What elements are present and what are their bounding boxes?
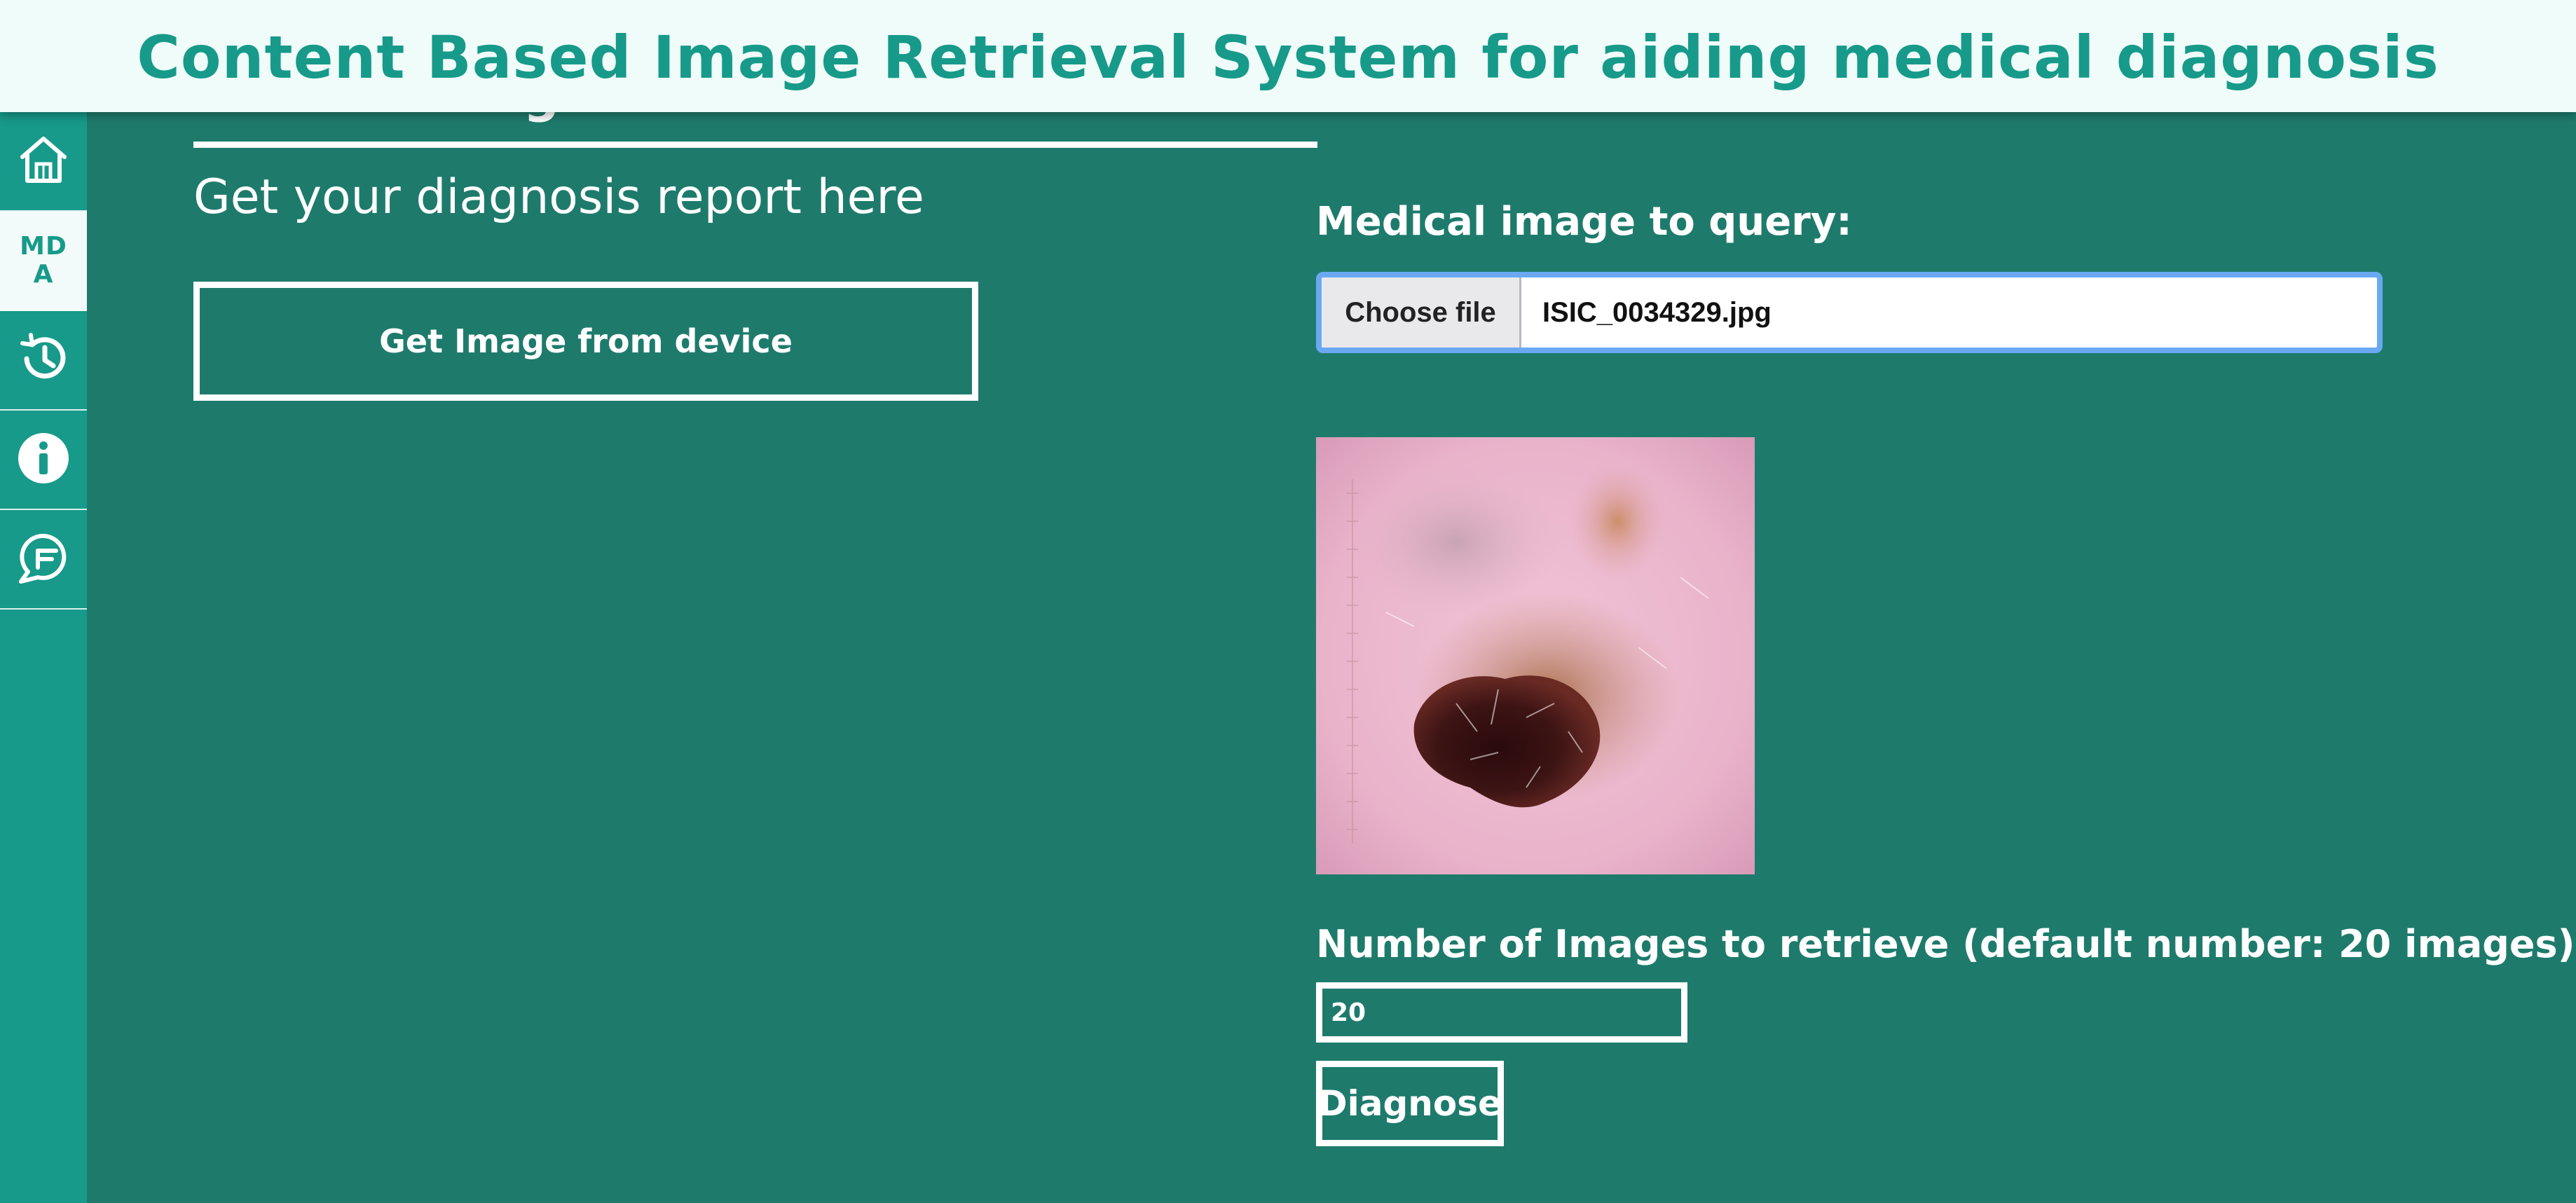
retrieve-count-label: Number of Images to retrieve (default nu… [1316, 922, 2576, 966]
sidebar-item-mda[interactable]: MD A [0, 212, 87, 311]
page-subtitle: Get your diagnosis report here [193, 170, 924, 225]
sidebar-item-history[interactable] [0, 311, 87, 411]
feedback-icon [14, 528, 73, 591]
diagnose-button[interactable]: Diagnose [1316, 1061, 1504, 1146]
query-image-preview [1316, 437, 1755, 874]
choose-file-button[interactable]: Choose file [1322, 277, 1521, 348]
mda-logo: MD A [20, 232, 67, 289]
page-title: Content Based Image Retrieval System for… [137, 23, 2439, 92]
file-input[interactable]: Choose file ISIC_0034329.jpg [1316, 272, 2383, 353]
query-image-label: Medical image to query: [1316, 199, 1852, 245]
header-banner: Content Based Image Retrieval System for… [0, 0, 2576, 112]
get-image-button[interactable]: Get Image from device [193, 282, 978, 401]
retrieve-count-input[interactable]: 20 [1316, 982, 1687, 1043]
sidebar-item-info[interactable] [0, 411, 87, 510]
history-icon [15, 331, 71, 390]
title-divider [193, 142, 1317, 148]
sidebar-item-home[interactable] [0, 112, 87, 212]
info-icon [15, 430, 71, 490]
sidebar-item-feedback[interactable] [0, 510, 87, 610]
app-page: Medical Diagnosis Assistant Content Base… [0, 0, 2576, 1203]
selected-file-name: ISIC_0034329.jpg [1542, 296, 1772, 328]
sidebar: MD A [0, 112, 87, 1203]
home-icon [17, 133, 70, 190]
